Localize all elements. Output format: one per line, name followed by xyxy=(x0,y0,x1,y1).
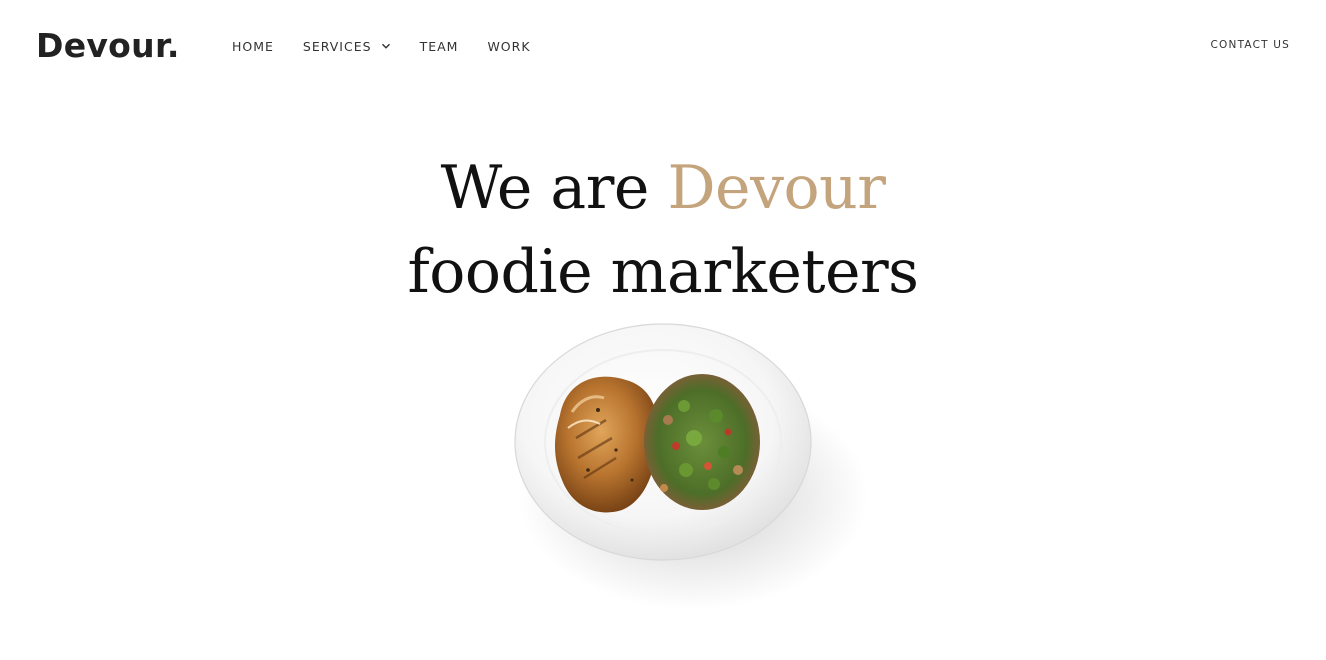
headline-prefix: We are xyxy=(440,153,668,223)
nav-item-work[interactable]: WORK xyxy=(487,39,530,54)
nav-item-label: TEAM xyxy=(419,38,459,54)
site-header: Devour. HOME SERVICES TEAM WORK CONTACT … xyxy=(0,0,1326,92)
headline-line2: foodie marketers xyxy=(407,237,919,307)
nav-item-label: WORK xyxy=(487,38,531,54)
nav-item-team[interactable]: TEAM xyxy=(420,39,459,54)
logo[interactable]: Devour. xyxy=(36,24,180,68)
nav-item-home[interactable]: HOME xyxy=(232,39,274,54)
contact-us-link[interactable]: CONTACT US xyxy=(1211,39,1290,51)
hero-headline: We are Devour foodie marketers xyxy=(0,146,1326,314)
hero: We are Devour foodie marketers xyxy=(0,146,1326,314)
headline-accent: Devour xyxy=(667,153,886,223)
nav-item-services[interactable]: SERVICES xyxy=(303,39,391,54)
food-plate-image xyxy=(514,323,868,610)
nav-item-label: SERVICES xyxy=(302,38,372,54)
main-nav: HOME SERVICES TEAM WORK xyxy=(232,36,560,56)
nav-item-label: HOME xyxy=(232,38,274,54)
chevron-down-icon xyxy=(381,43,390,49)
